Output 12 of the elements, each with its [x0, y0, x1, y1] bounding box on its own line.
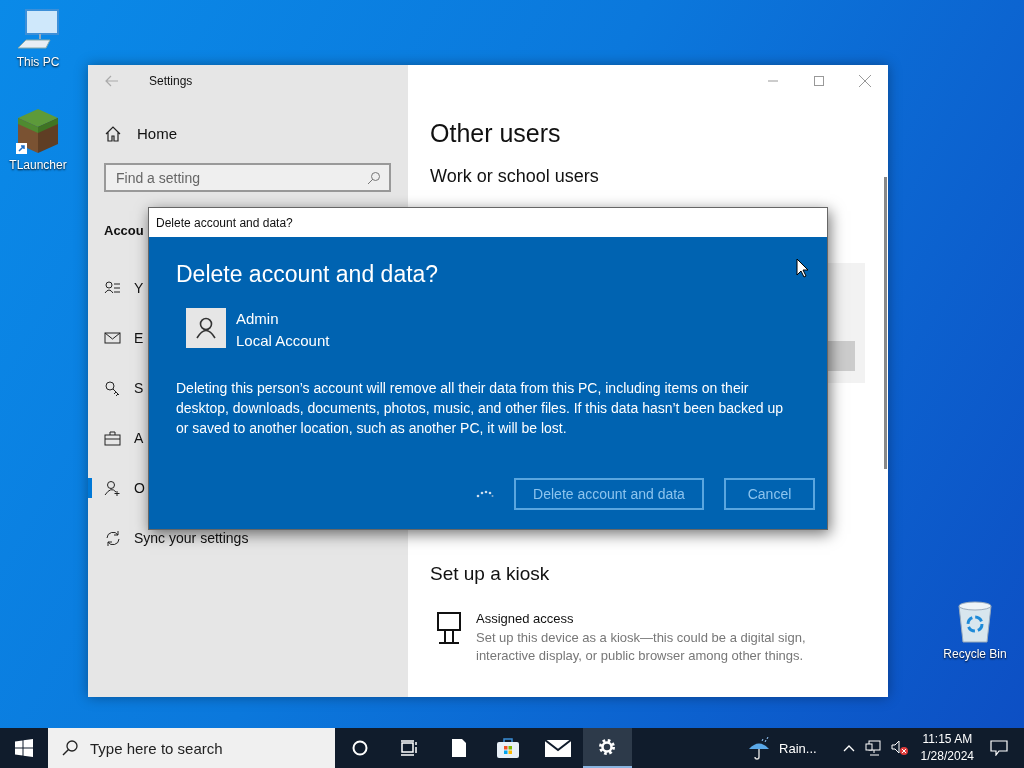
- page-heading: Other users: [430, 119, 562, 148]
- section-heading: Set up a kiosk: [430, 563, 551, 585]
- item-description: Set up this device as a kiosk—this could be a digital sign, interactive display, or public browser among other things.: [476, 629, 807, 665]
- dialog-heading: Delete account and data?: [176, 261, 440, 288]
- section-heading: Work or school users: [430, 166, 600, 187]
- dialog-message: Deleting this person’s account will remove all their data from this PC, including items on their desktop, downloads, documents, photos, music, and other files. If this data hasn’t been backed up or saved to another location, such as another PC, it will be lost.: [176, 379, 785, 438]
- section-heading: Accou: [104, 223, 145, 238]
- window-title: Settings: [149, 74, 193, 88]
- user-name: Admin: [236, 309, 280, 329]
- search-placeholder: Type here to search: [90, 739, 223, 757]
- dialog-title: Delete account and data?: [156, 215, 293, 230]
- account-type: Local Account: [236, 331, 330, 351]
